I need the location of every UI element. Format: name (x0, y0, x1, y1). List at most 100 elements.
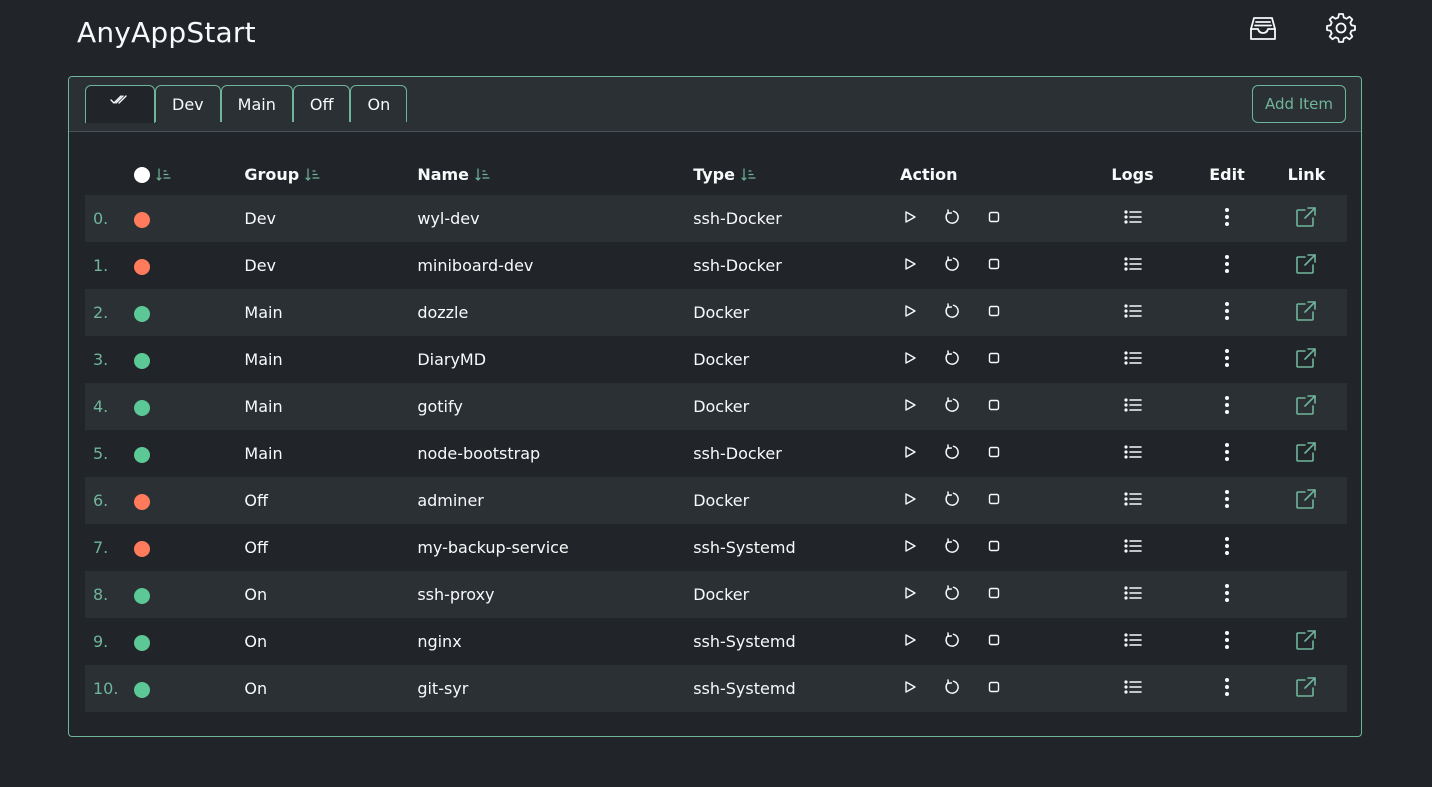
stop-icon[interactable] (986, 679, 1002, 699)
tab-all[interactable] (85, 85, 155, 123)
logs-icon[interactable] (1123, 442, 1143, 466)
header-group[interactable]: Group (236, 153, 409, 195)
more-vertical-icon[interactable] (1224, 536, 1230, 560)
check-all-icon (110, 94, 127, 104)
external-link-icon[interactable] (1295, 394, 1317, 420)
stop-icon[interactable] (986, 444, 1002, 464)
more-vertical-icon[interactable] (1224, 301, 1230, 325)
stop-icon[interactable] (986, 491, 1002, 511)
stop-icon[interactable] (986, 256, 1002, 276)
play-icon[interactable] (902, 350, 918, 370)
play-icon[interactable] (902, 209, 918, 229)
stop-icon[interactable] (986, 585, 1002, 605)
restart-icon[interactable] (944, 396, 960, 417)
logs-icon[interactable] (1123, 630, 1143, 654)
play-icon[interactable] (902, 397, 918, 417)
restart-icon[interactable] (944, 208, 960, 229)
restart-icon[interactable] (944, 678, 960, 699)
row-index: 1. (93, 256, 109, 275)
group-tabs: Dev Main Off On (85, 85, 408, 123)
logs-icon[interactable] (1123, 301, 1143, 325)
external-link-icon[interactable] (1295, 629, 1317, 655)
more-vertical-icon[interactable] (1224, 630, 1230, 654)
logs-icon[interactable] (1123, 583, 1143, 607)
stop-icon[interactable] (986, 303, 1002, 323)
more-vertical-icon[interactable] (1224, 207, 1230, 231)
more-vertical-icon[interactable] (1224, 395, 1230, 419)
more-vertical-icon[interactable] (1224, 442, 1230, 466)
name-cell: gotify (409, 383, 686, 430)
table-row: 1. Dev miniboard-dev ssh-Docker (85, 242, 1347, 289)
restart-icon[interactable] (944, 302, 960, 323)
stop-icon[interactable] (986, 632, 1002, 652)
header-type[interactable]: Type (685, 153, 892, 195)
stop-icon[interactable] (986, 397, 1002, 417)
tab-dev[interactable]: Dev (155, 85, 221, 122)
sort-icon[interactable] (741, 167, 757, 183)
play-icon[interactable] (902, 632, 918, 652)
apps-table: Group Name Type Action Logs Edit Link 0.… (85, 153, 1347, 712)
header-status[interactable] (126, 153, 236, 195)
tab-main[interactable]: Main (220, 85, 293, 122)
gear-icon[interactable] (1325, 12, 1357, 44)
header-index (85, 153, 126, 195)
restart-icon[interactable] (944, 631, 960, 652)
name-cell: adminer (409, 477, 686, 524)
play-icon[interactable] (902, 256, 918, 276)
restart-icon[interactable] (944, 349, 960, 370)
group-cell: Main (244, 444, 283, 463)
logs-icon[interactable] (1123, 677, 1143, 701)
more-vertical-icon[interactable] (1224, 254, 1230, 278)
logs-icon[interactable] (1123, 254, 1143, 278)
logs-icon[interactable] (1123, 207, 1143, 231)
logs-icon[interactable] (1123, 395, 1143, 419)
external-link-icon[interactable] (1295, 441, 1317, 467)
type-cell: ssh-Docker (693, 256, 782, 275)
inbox-icon[interactable] (1247, 12, 1279, 44)
restart-icon[interactable] (944, 490, 960, 511)
play-icon[interactable] (902, 679, 918, 699)
play-icon[interactable] (902, 444, 918, 464)
stop-icon[interactable] (986, 538, 1002, 558)
play-icon[interactable] (902, 491, 918, 511)
sort-icon[interactable] (156, 167, 172, 183)
play-icon[interactable] (902, 538, 918, 558)
external-link-icon[interactable] (1295, 488, 1317, 514)
play-icon[interactable] (902, 585, 918, 605)
table-row: 9. On nginx ssh-Systemd (85, 618, 1347, 665)
external-link-icon[interactable] (1295, 300, 1317, 326)
status-dot (134, 399, 151, 416)
tab-off[interactable]: Off (292, 85, 351, 122)
more-vertical-icon[interactable] (1224, 583, 1230, 607)
header-name[interactable]: Name (409, 153, 685, 195)
stop-icon[interactable] (986, 209, 1002, 229)
name-cell: node-bootstrap (417, 444, 541, 463)
external-link-icon[interactable] (1295, 206, 1317, 232)
sort-icon[interactable] (475, 167, 491, 183)
sort-icon[interactable] (305, 167, 321, 183)
external-link-icon[interactable] (1295, 676, 1317, 702)
edit-cell (1187, 383, 1266, 430)
add-item-button[interactable]: Add Item (1252, 85, 1346, 123)
link-cell (1266, 242, 1347, 289)
logs-icon[interactable] (1123, 536, 1143, 560)
more-vertical-icon[interactable] (1224, 489, 1230, 513)
logs-icon[interactable] (1123, 348, 1143, 372)
external-link-icon[interactable] (1295, 347, 1317, 373)
type-cell: ssh-Docker (693, 444, 782, 463)
play-icon[interactable] (902, 303, 918, 323)
action-cell (892, 195, 1078, 242)
panel-header: Dev Main Off On Add Item (69, 77, 1361, 132)
stop-icon[interactable] (986, 350, 1002, 370)
restart-icon[interactable] (944, 537, 960, 558)
external-link-icon[interactable] (1295, 253, 1317, 279)
tab-on[interactable]: On (350, 85, 408, 122)
edit-cell (1188, 618, 1266, 665)
logs-icon[interactable] (1123, 489, 1143, 513)
more-vertical-icon[interactable] (1224, 677, 1230, 701)
name-cell: nginx (417, 632, 462, 651)
restart-icon[interactable] (944, 584, 960, 605)
restart-icon[interactable] (944, 255, 960, 276)
more-vertical-icon[interactable] (1224, 348, 1230, 372)
restart-icon[interactable] (944, 443, 960, 464)
